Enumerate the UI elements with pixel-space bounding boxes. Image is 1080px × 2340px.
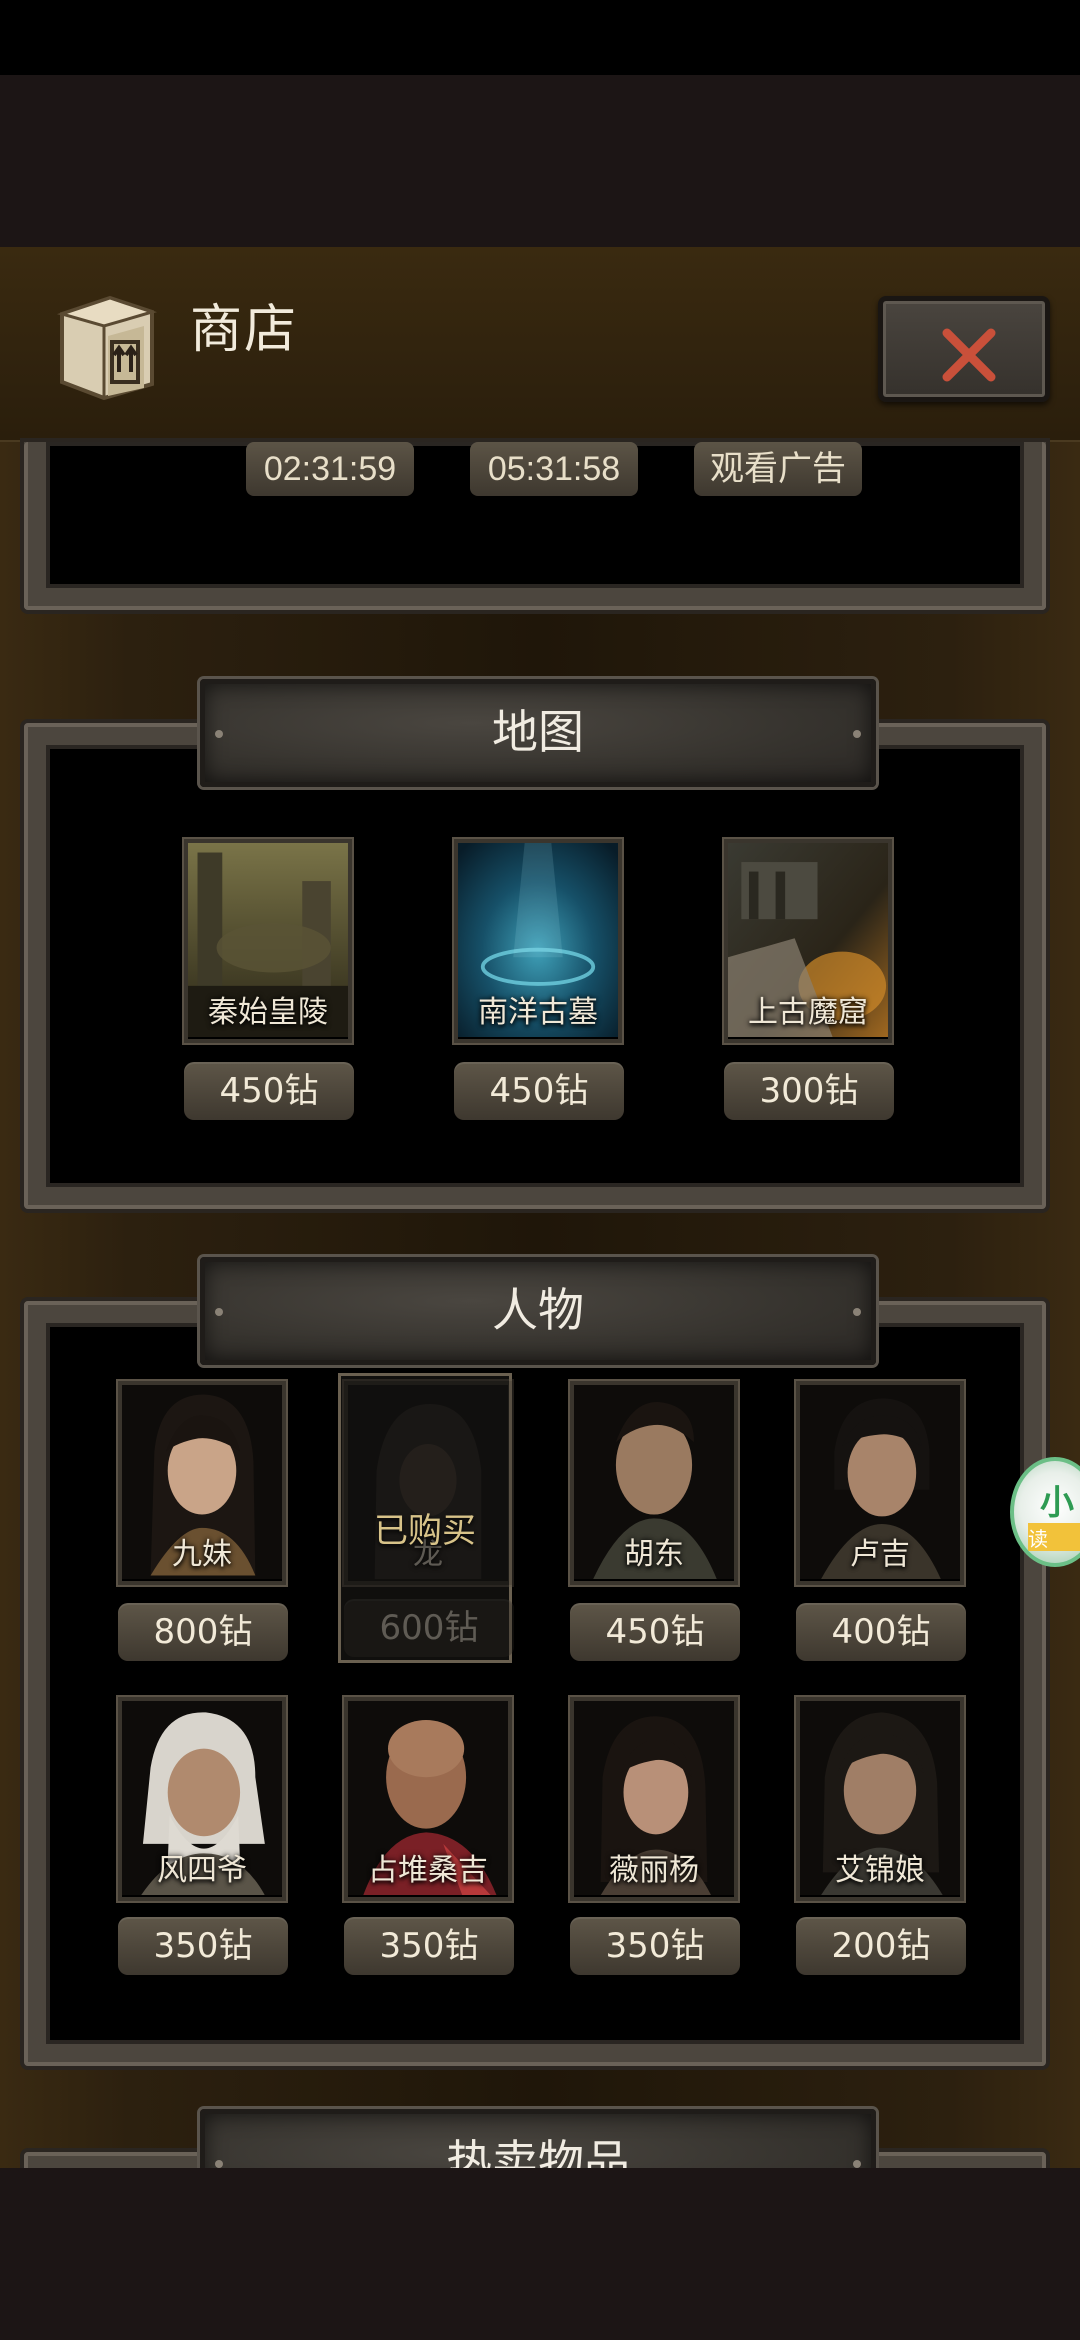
shop-window: 商店 02:31:59 05:31:58 观看广告 地图 秦始皇陵 450钻 南… [0, 247, 1080, 2168]
character-price-button[interactable]: 200钻 [796, 1917, 966, 1975]
character-price-button: 600钻 [344, 1599, 514, 1657]
character-name: 占堆桑吉 [368, 1853, 488, 1888]
character-name: 九妹 [172, 1537, 232, 1572]
map-card-nanyang[interactable]: 南洋古墓 [454, 839, 622, 1043]
timer-panel: 02:31:59 05:31:58 观看广告 [24, 442, 1046, 610]
character-price-button[interactable]: 350钻 [344, 1917, 514, 1975]
section-title-hot-items: 热卖物品 [200, 2109, 876, 2168]
character-name: 艾锦娘 [835, 1853, 925, 1888]
map-name: 秦始皇陵 [208, 995, 328, 1030]
map-price-button[interactable]: 450钻 [184, 1062, 354, 1120]
page-title: 商店 [190, 300, 299, 360]
close-icon [942, 328, 996, 382]
character-card-aijinniang[interactable]: 艾锦娘 [796, 1697, 964, 1901]
character-card-jiumei[interactable]: 九妹 [118, 1381, 286, 1585]
character-price-button[interactable]: 350钻 [118, 1917, 288, 1975]
character-card-weiliyang[interactable]: 薇丽杨 [570, 1697, 738, 1901]
character-name: 胡东 [624, 1537, 684, 1572]
character-price-button[interactable]: 800钻 [118, 1603, 288, 1661]
shop-header: 商店 [0, 247, 1080, 442]
box-icon [56, 295, 158, 400]
map-price-button[interactable]: 300钻 [724, 1062, 894, 1120]
character-name: 薇丽杨 [609, 1853, 699, 1888]
character-price-button[interactable]: 450钻 [570, 1603, 740, 1661]
map-price-button[interactable]: 450钻 [454, 1062, 624, 1120]
status-bar [0, 0, 1080, 75]
section-title-maps: 地图 [200, 679, 876, 787]
map-name: 上古魔窟 [748, 995, 868, 1030]
character-card-fengsiye[interactable]: 风四爷 [118, 1697, 286, 1901]
character-card-hudong[interactable]: 胡东 [570, 1381, 738, 1585]
refresh-timer-1: 02:31:59 [246, 442, 414, 496]
character-price-button[interactable]: 350钻 [570, 1917, 740, 1975]
section-title-characters: 人物 [200, 1257, 876, 1365]
character-card-luji[interactable]: 卢吉 [796, 1381, 964, 1585]
character-price-button[interactable]: 400钻 [796, 1603, 966, 1661]
widget-glyph: 小 [1040, 1483, 1074, 1523]
close-button[interactable] [878, 296, 1050, 402]
section-label: 人物 [492, 1283, 584, 1337]
character-name: 卢吉 [850, 1537, 910, 1572]
section-label: 地图 [492, 705, 584, 759]
character-card-long[interactable]: 龙 [344, 1381, 512, 1585]
map-name: 南洋古墓 [478, 995, 598, 1030]
refresh-timer-2: 05:31:58 [470, 442, 638, 496]
character-card-zhanduisangji[interactable]: 占堆桑吉 [344, 1697, 512, 1901]
map-card-qinshihuang[interactable]: 秦始皇陵 [184, 839, 352, 1043]
widget-sub: 读 [1028, 1523, 1080, 1551]
bottom-letterbox [0, 2168, 1080, 2340]
top-letterbox [0, 75, 1080, 247]
character-name: 风四爷 [157, 1853, 247, 1888]
watch-ad-button[interactable]: 观看广告 [694, 442, 862, 496]
map-card-shanggu[interactable]: 上古魔窟 [724, 839, 892, 1043]
purchased-label: 已购买 [374, 1511, 476, 1551]
section-label: 热卖物品 [446, 2135, 630, 2168]
